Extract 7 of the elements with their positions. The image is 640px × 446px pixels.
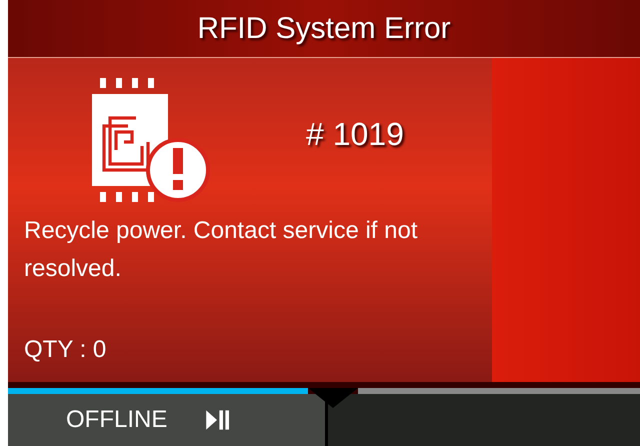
pointer-notch-icon <box>308 388 358 408</box>
play-pause-icon <box>205 408 230 432</box>
error-message: Recycle power. Contact service if not resolved. <box>24 216 419 284</box>
error-code: # 1019 <box>306 116 404 152</box>
screen-title: RFID System Error <box>197 12 451 46</box>
offline-button[interactable]: OFFLINE <box>8 394 325 446</box>
quantity-label: QTY : 0 <box>24 336 108 364</box>
